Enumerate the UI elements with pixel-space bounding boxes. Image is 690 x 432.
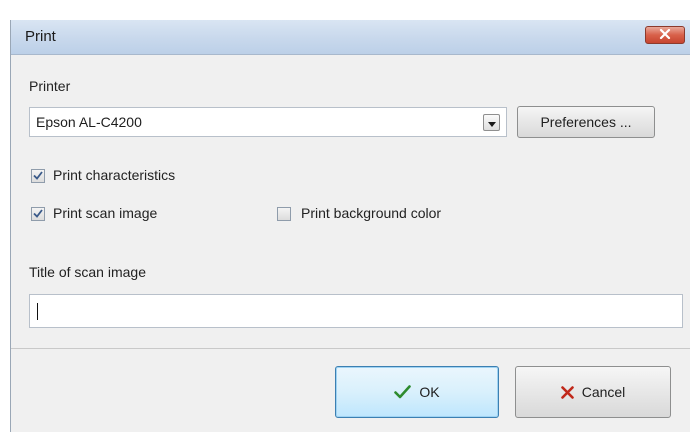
close-button[interactable]	[645, 26, 685, 44]
ok-button-label: OK	[419, 384, 440, 400]
print-characteristics-checkbox[interactable]	[31, 169, 45, 183]
printer-label: Printer	[29, 78, 71, 94]
cancel-button[interactable]: Cancel	[515, 366, 671, 418]
button-separator	[11, 348, 690, 349]
dialog-title: Print	[25, 28, 56, 45]
checkmark-icon	[33, 205, 43, 223]
close-icon	[659, 26, 671, 44]
preferences-button-label: Preferences ...	[540, 114, 632, 130]
check-icon	[394, 385, 412, 399]
preferences-button[interactable]: Preferences ...	[517, 106, 655, 138]
printer-selected-value: Epson AL-C4200	[36, 114, 142, 130]
title-bar: Print	[11, 20, 690, 55]
text-caret	[37, 303, 38, 320]
checkmark-icon	[33, 167, 43, 185]
title-of-scan-image-input[interactable]	[29, 294, 683, 328]
print-background-color-checkbox[interactable]	[277, 207, 291, 221]
print-dialog: Print Printer Epson AL-C4200 Preferences…	[10, 20, 690, 432]
ok-button[interactable]: OK	[335, 366, 499, 418]
print-scan-image-checkbox[interactable]	[31, 207, 45, 221]
close-x-icon	[560, 385, 574, 399]
print-scan-image-label: Print scan image	[53, 205, 158, 221]
cancel-button-label: Cancel	[581, 384, 626, 400]
chevron-down-icon	[487, 114, 496, 132]
print-characteristics-label: Print characteristics	[53, 167, 176, 183]
printer-select[interactable]: Epson AL-C4200	[29, 107, 507, 137]
dropdown-arrow-button[interactable]	[483, 114, 500, 131]
title-of-scan-image-label: Title of scan image	[29, 264, 146, 280]
print-background-color-label: Print background color	[301, 205, 442, 221]
